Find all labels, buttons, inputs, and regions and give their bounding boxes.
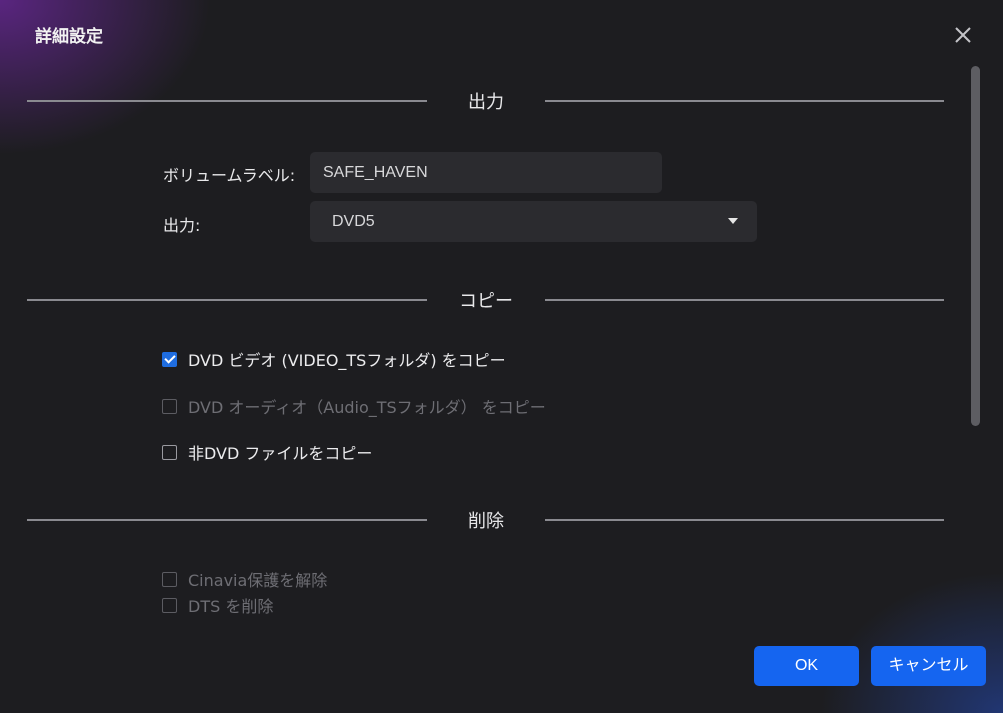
remove-dts-checkbox: DTS を削除	[162, 594, 273, 616]
checkbox-label: DVD ビデオ (VIDEO_TSフォルダ) をコピー	[188, 351, 506, 370]
divider	[27, 100, 427, 102]
remove-cinavia-checkbox: Cinavia保護を解除	[162, 568, 327, 590]
section-header-output: 出力	[27, 86, 944, 116]
volume-label-label: ボリュームラベル:	[163, 166, 296, 185]
settings-scroll-area[interactable]: 出力 ボリュームラベル: 出力: DVD5 コピー DVD ビデオ (VIDEO…	[0, 60, 960, 627]
checkbox-icon	[162, 398, 177, 414]
output-format-select[interactable]: DVD5	[310, 201, 757, 242]
volume-label-input[interactable]	[310, 152, 662, 193]
divider	[545, 519, 944, 521]
section-header-remove: 削除	[27, 505, 944, 535]
caret-down-icon	[728, 218, 738, 224]
dialog-title: 詳細設定	[35, 27, 103, 47]
checkbox-icon[interactable]	[162, 444, 177, 460]
checkbox-icon	[162, 571, 177, 587]
copy-dvd-audio-checkbox: DVD オーディオ（Audio_TSフォルダ） をコピー	[162, 395, 546, 417]
section-title-copy: コピー	[459, 291, 513, 312]
section-title-output: 出力	[468, 92, 504, 113]
copy-dvd-video-checkbox[interactable]: DVD ビデオ (VIDEO_TSフォルダ) をコピー	[162, 348, 506, 370]
output-format-value: DVD5	[332, 213, 375, 230]
section-header-copy: コピー	[27, 285, 944, 315]
scrollbar-thumb[interactable]	[971, 66, 980, 426]
divider	[545, 100, 944, 102]
checkbox-checked-icon[interactable]	[162, 351, 177, 367]
divider	[27, 519, 427, 521]
section-title-remove: 削除	[468, 511, 504, 532]
copy-non-dvd-files-checkbox[interactable]: 非DVD ファイルをコピー	[162, 441, 372, 463]
divider	[545, 299, 944, 301]
ok-button[interactable]: OK	[754, 646, 859, 686]
close-icon[interactable]	[950, 22, 976, 48]
checkbox-icon	[162, 597, 177, 613]
checkbox-label: DVD オーディオ（Audio_TSフォルダ） をコピー	[188, 398, 546, 417]
checkbox-label: 非DVD ファイルをコピー	[188, 444, 373, 463]
cancel-button[interactable]: キャンセル	[871, 646, 986, 686]
output-format-label: 出力:	[163, 216, 201, 235]
divider	[27, 299, 427, 301]
checkbox-label: DTS を削除	[188, 597, 274, 616]
checkbox-label: Cinavia保護を解除	[188, 571, 328, 590]
